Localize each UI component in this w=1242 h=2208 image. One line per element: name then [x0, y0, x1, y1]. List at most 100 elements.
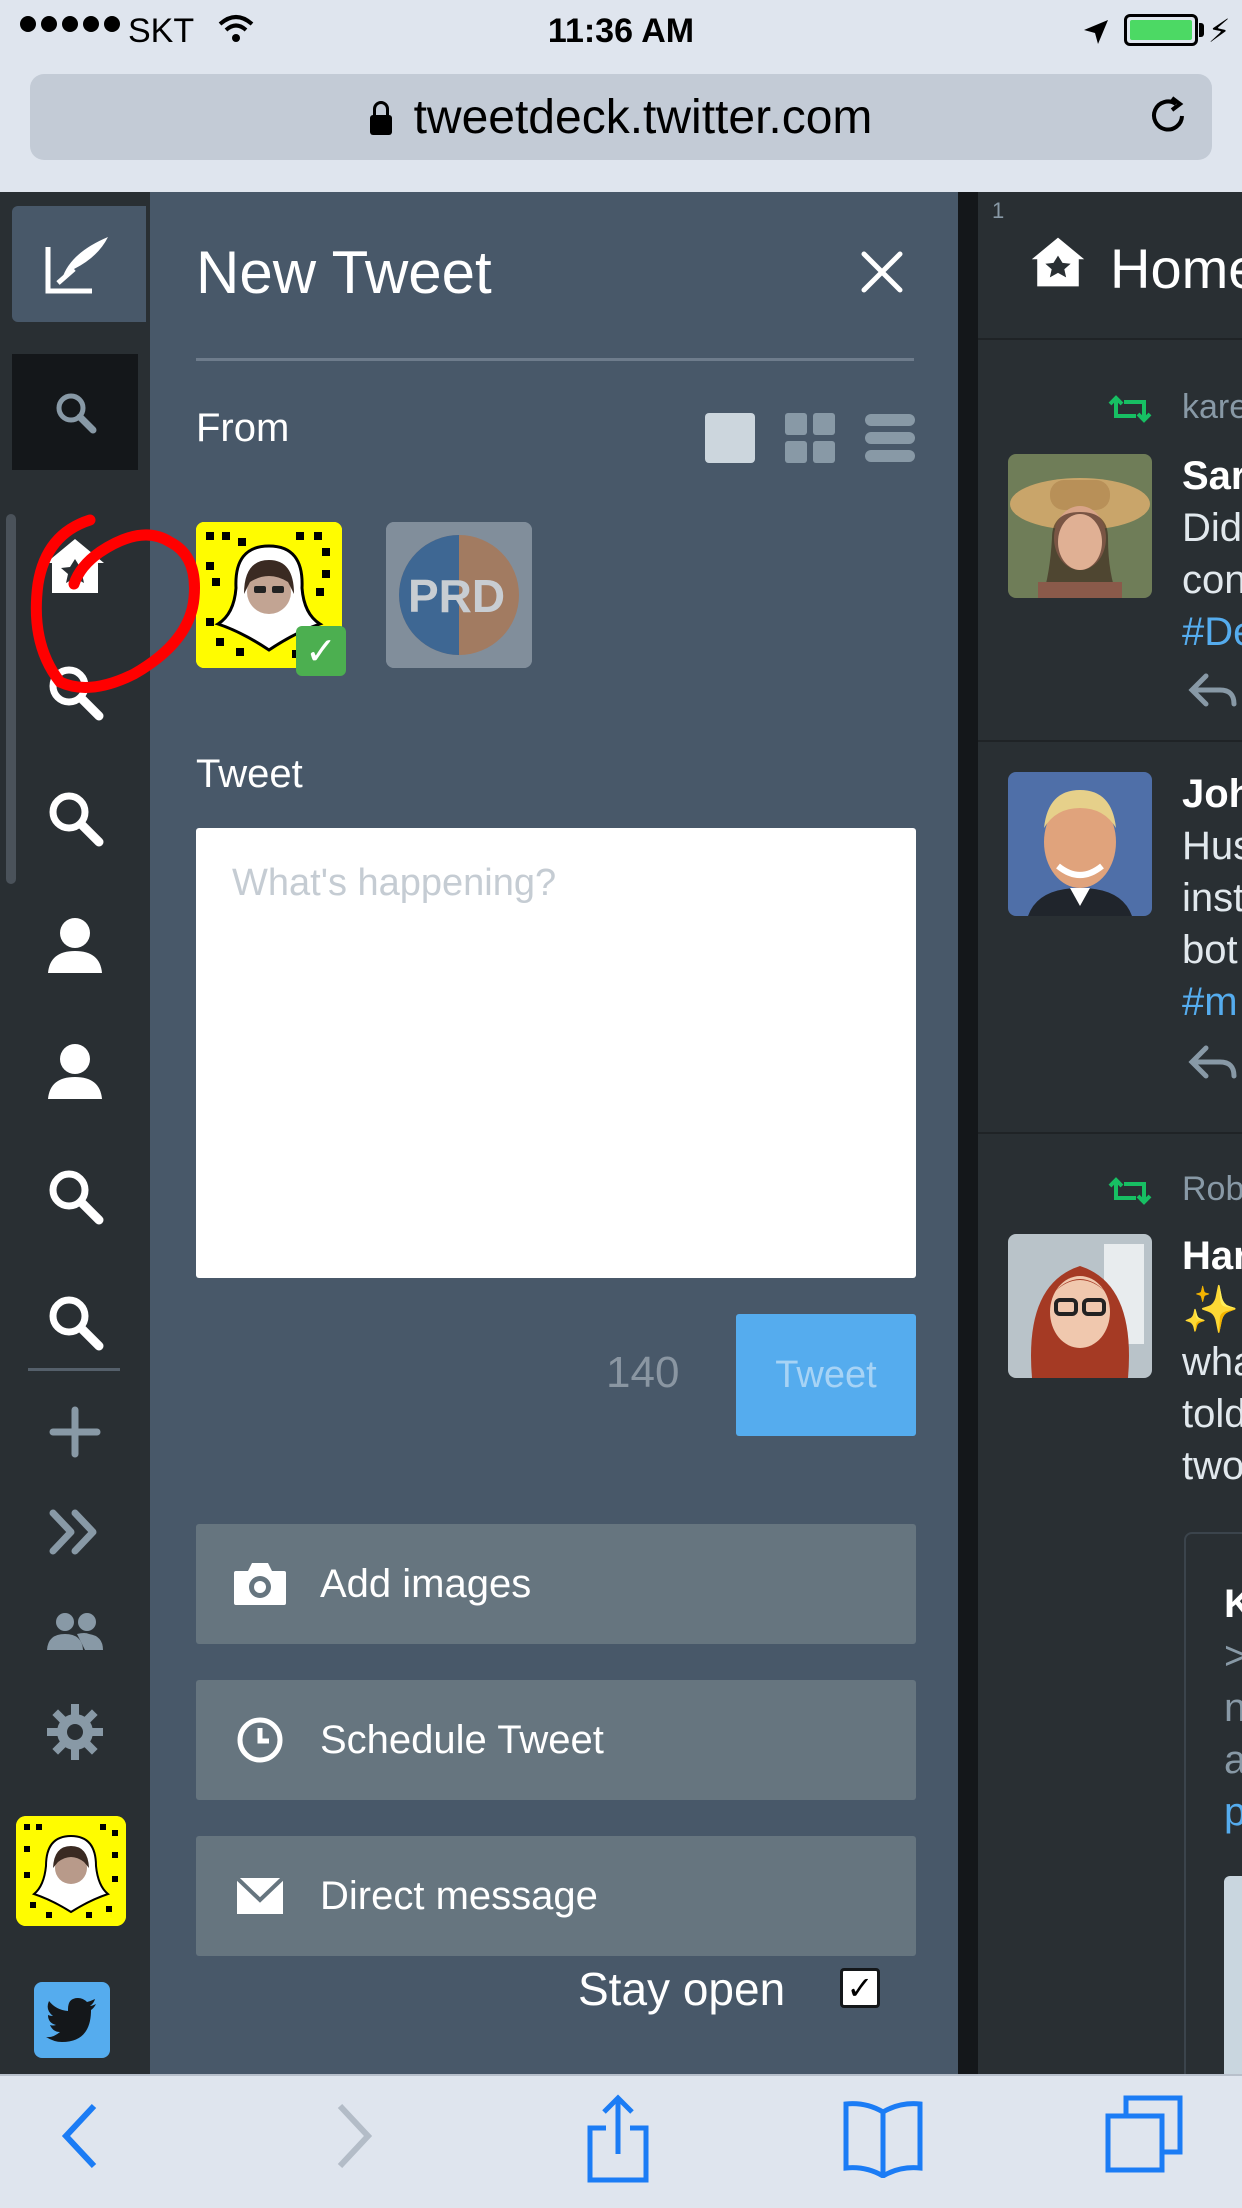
forward-icon[interactable]: [334, 2102, 374, 2170]
reply-icon[interactable]: [1188, 1044, 1238, 1080]
twitter-logo-button[interactable]: [34, 1982, 110, 2058]
battery-icon: [1124, 14, 1198, 46]
user-avatar[interactable]: [16, 1816, 126, 1926]
add-images-button[interactable]: Add images: [196, 1524, 916, 1644]
home-icon: [1028, 234, 1088, 295]
twitter-bird-icon: [46, 1998, 96, 2042]
retweeted-by[interactable]: Rob: [1182, 1170, 1242, 1209]
sidebar-item-user-2[interactable]: [0, 1020, 150, 1120]
tweet-text-line: Did: [1182, 506, 1242, 550]
red-annotation-circle: [30, 514, 200, 693]
account-avatar-prd[interactable]: PRD: [386, 522, 532, 668]
prd-logo-icon: PRD: [386, 522, 532, 668]
camera-icon: [234, 1563, 286, 1605]
account-view-toggle: [704, 412, 916, 464]
title-divider: [196, 358, 914, 361]
prd-logo-text: PRD: [408, 570, 505, 622]
column-gutter: [958, 192, 978, 2074]
search-icon: [56, 393, 97, 434]
quoted-text-line: a: [1224, 1738, 1242, 1782]
search-icon: [49, 1296, 104, 1351]
sparkles-emoji: ✨: [1182, 1283, 1240, 1335]
retweet-icon: [1108, 395, 1152, 423]
compose-tweet-button[interactable]: [12, 206, 146, 322]
quoted-media[interactable]: [1224, 1876, 1242, 2074]
tweet-submit-button[interactable]: Tweet: [736, 1314, 916, 1436]
tweet-author[interactable]: Sar: [1182, 454, 1242, 499]
avatar[interactable]: [1008, 1234, 1152, 1378]
sidebar-item-user-1[interactable]: [0, 894, 150, 994]
retweet-icon: [1108, 1177, 1152, 1205]
avatar[interactable]: [1008, 772, 1152, 916]
sidebar-item-search-3[interactable]: [0, 1146, 150, 1246]
url-text[interactable]: tweetdeck.twitter.com: [30, 90, 1212, 145]
snapcode-avatar-icon: [16, 1816, 126, 1926]
ios-status-bar: SKT 11:36 AM ⚡: [0, 0, 1242, 62]
search-icon: [49, 792, 104, 847]
list-view-icon[interactable]: [864, 412, 916, 464]
back-icon[interactable]: [60, 2102, 100, 2170]
charging-icon: ⚡: [1208, 13, 1231, 49]
hashtag-link[interactable]: #m: [1182, 980, 1238, 1025]
tweet-card[interactable]: kare Sar Did con #De: [978, 342, 1242, 742]
tweet-author[interactable]: Har: [1182, 1234, 1242, 1279]
retweeted-by[interactable]: kare: [1182, 388, 1242, 427]
panel-title: New Tweet: [196, 239, 492, 306]
sidebar-divider: [28, 1368, 120, 1371]
tabs-icon[interactable]: [1104, 2094, 1184, 2174]
quoted-link[interactable]: p: [1224, 1790, 1242, 1835]
direct-message-label: Direct message: [320, 1873, 598, 1918]
close-button[interactable]: [860, 250, 904, 299]
stay-open-checkbox[interactable]: ✓: [840, 1968, 880, 2008]
tweet-card[interactable]: Joh Hus inst bot #m: [978, 744, 1242, 1134]
settings-icon: [47, 1704, 103, 1760]
home-column: 1 Home kare Sar Did con #De Joh Hus: [978, 192, 1242, 2074]
battery-tip: [1199, 23, 1204, 37]
direct-message-button[interactable]: Direct message: [196, 1836, 916, 1956]
sidebar-item-search-2[interactable]: [0, 768, 150, 868]
settings-button[interactable]: [0, 1682, 150, 1782]
tweet-card[interactable]: Rob Har ✨ wha told two K > n a p: [978, 1136, 1242, 2074]
accounts-button[interactable]: [0, 1582, 150, 1682]
single-view-icon[interactable]: [704, 412, 756, 464]
tweet-label: Tweet: [196, 752, 303, 796]
tweet-author[interactable]: Joh: [1182, 772, 1242, 817]
expand-sidebar-button[interactable]: [0, 1482, 150, 1582]
address-bar[interactable]: tweetdeck.twitter.com: [30, 74, 1212, 160]
share-icon[interactable]: [586, 2094, 650, 2184]
avatar[interactable]: [1008, 454, 1152, 598]
add-column-button[interactable]: [0, 1382, 150, 1482]
stay-open-label: Stay open: [578, 1963, 786, 2015]
tweet-text-line: con: [1182, 558, 1242, 602]
quoted-author: K: [1224, 1582, 1242, 1626]
bookmarks-icon[interactable]: [842, 2098, 924, 2178]
tweet-text-line: bot: [1182, 928, 1238, 972]
search-icon: [49, 1170, 104, 1225]
accounts-icon: [47, 1613, 103, 1650]
url-label: tweetdeck.twitter.com: [413, 91, 873, 144]
safari-toolbar: [0, 2074, 1242, 2208]
tweet-text-line: Hus: [1182, 824, 1242, 868]
schedule-tweet-button[interactable]: Schedule Tweet: [196, 1680, 916, 1800]
reload-icon[interactable]: [1146, 94, 1190, 143]
reply-icon[interactable]: [1188, 672, 1238, 708]
clock: 11:36 AM: [547, 12, 695, 50]
add-images-label: Add images: [320, 1561, 532, 1606]
tweet-textarea[interactable]: [196, 828, 916, 1278]
sidebar-item-search-4[interactable]: [0, 1272, 150, 1372]
from-label: From: [196, 406, 290, 450]
quoted-text-line: n: [1224, 1686, 1242, 1730]
lock-icon: [369, 101, 392, 135]
quoted-tweet-card[interactable]: K > n a p: [1184, 1532, 1242, 2074]
hashtag-link[interactable]: #De: [1182, 610, 1242, 655]
compose-icon: [45, 237, 108, 294]
navigation-sidebar: [0, 192, 150, 2074]
column-number: 1: [992, 198, 1005, 223]
tweet-text-line: wha: [1182, 1340, 1242, 1384]
clock-icon: [237, 1717, 283, 1763]
sidebar-item-search-active[interactable]: [12, 354, 138, 470]
expand-icon: [49, 1509, 97, 1555]
close-icon: [861, 251, 903, 293]
column-header[interactable]: 1 Home: [978, 192, 1242, 340]
grid-view-icon[interactable]: [784, 412, 836, 464]
